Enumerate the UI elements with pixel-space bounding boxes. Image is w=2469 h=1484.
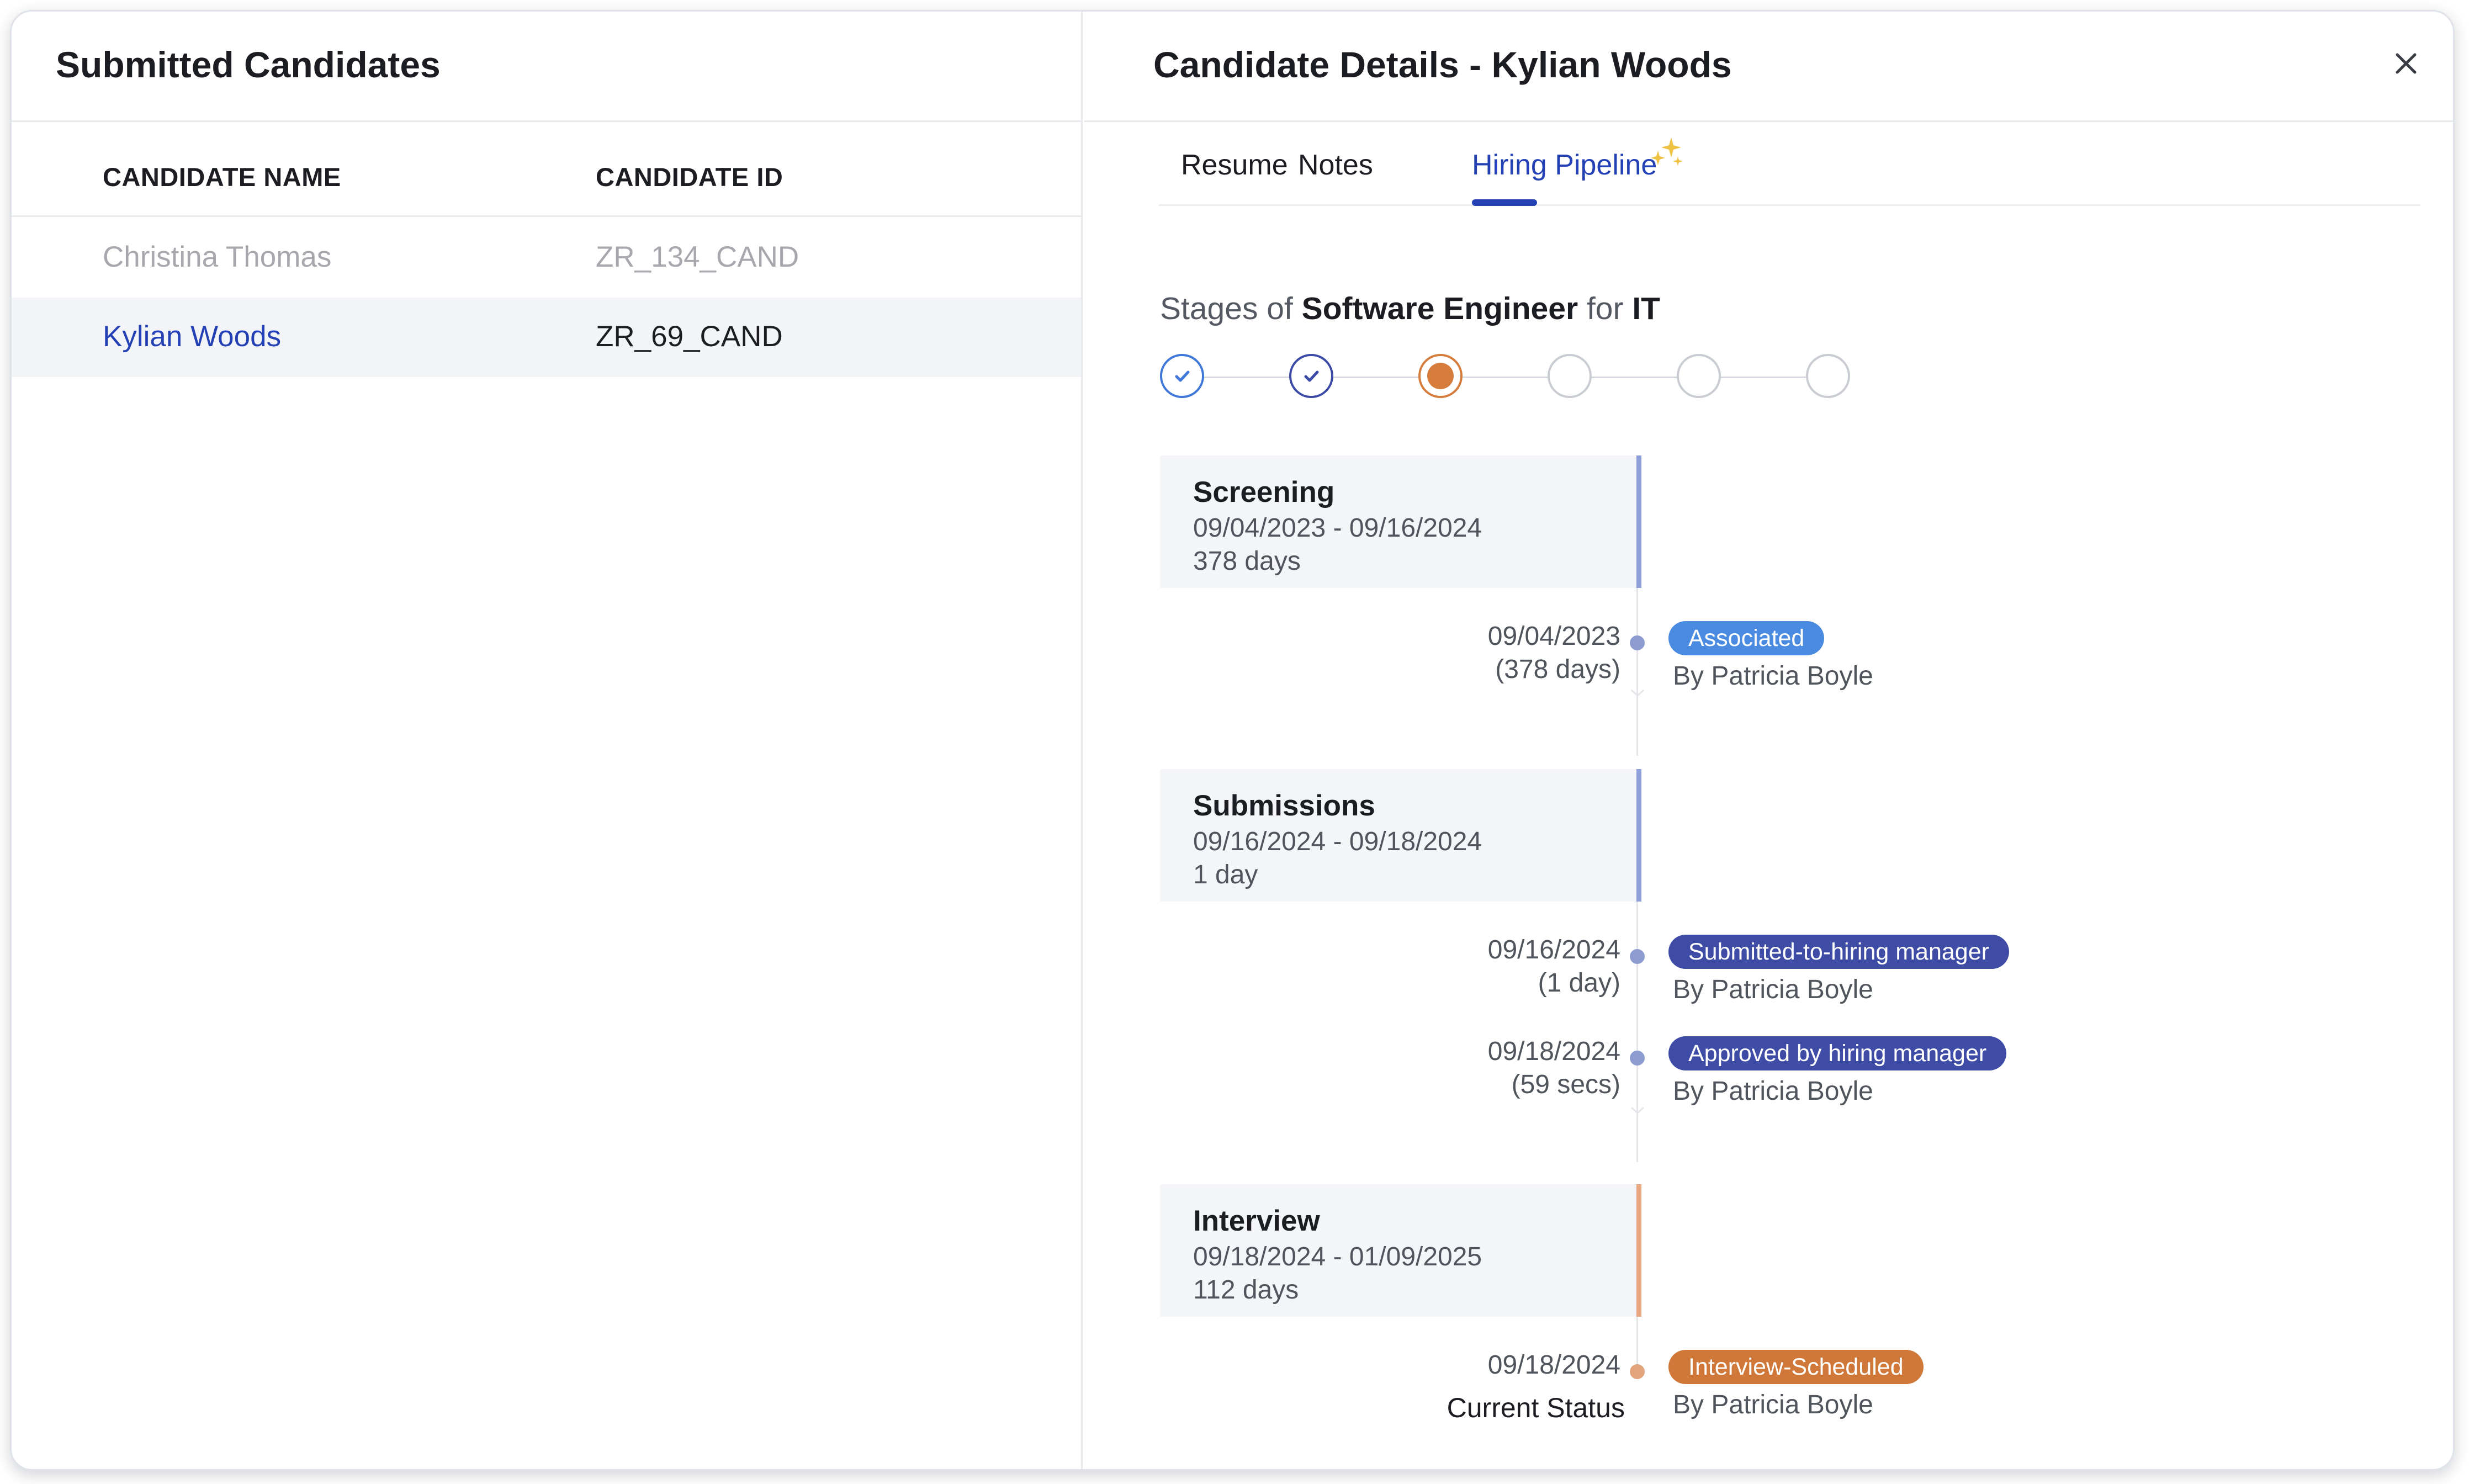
timeline-event: 09/04/2023 (378 days) Associated By Patr…	[1084, 621, 2453, 698]
stage-date-range: 09/04/2023 - 09/16/2024	[1193, 513, 1482, 543]
stage-card-screening: Screening 09/04/2023 - 09/16/2024 378 da…	[1160, 455, 1641, 588]
candidate-details-panel: Candidate Details - Kylian Woods Resume …	[1084, 12, 2453, 1469]
table-row[interactable]: Christina Thomas ZR_134_CAND	[12, 218, 1081, 298]
event-date: 09/18/2024	[1487, 1350, 1620, 1380]
event-date: 09/04/2023	[1487, 622, 1620, 651]
close-icon	[2396, 53, 2417, 74]
event-author: By Patricia Boyle	[1673, 975, 1873, 1004]
stage-name: Interview	[1193, 1205, 1320, 1237]
sparkle-icon	[1651, 137, 1683, 166]
stage-step-complete[interactable]	[1160, 354, 1204, 398]
stage-accent-bar	[1636, 455, 1641, 588]
stages-heading: Stages of Software Engineer for IT	[1160, 290, 1660, 327]
check-icon	[1175, 370, 1190, 382]
screen: Submitted Candidates CANDIDATE NAME CAND…	[0, 0, 2469, 1484]
candidate-name[interactable]: Kylian Woods	[103, 320, 281, 353]
event-duration: (1 day)	[1538, 968, 1620, 998]
stage-step-complete[interactable]	[1289, 354, 1333, 398]
stage-name: Submissions	[1193, 789, 1375, 822]
stage-date-range: 09/16/2024 - 09/18/2024	[1193, 827, 1482, 856]
detail-tabs: Resume Notes Hiring Pipeline	[1159, 122, 2420, 206]
stages-connector: for	[1578, 291, 1633, 326]
stages-prefix: Stages of	[1160, 291, 1302, 326]
status-badge: Approved by hiring manager	[1668, 1036, 2007, 1070]
stage-accent-bar	[1636, 769, 1641, 902]
panel-title: Submitted Candidates	[56, 44, 441, 85]
stage-progress	[1160, 354, 1872, 400]
status-badge: Associated	[1668, 621, 1825, 655]
event-author: By Patricia Boyle	[1673, 1077, 1873, 1106]
stage-step-pending[interactable]	[1806, 354, 1850, 398]
event-duration: (378 days)	[1495, 655, 1620, 684]
stage-step-current[interactable]	[1418, 354, 1463, 398]
tab-notes[interactable]: Notes	[1298, 149, 1373, 182]
progress-track	[1182, 377, 1828, 378]
job-title: Software Engineer	[1301, 291, 1578, 326]
stage-card-interview: Interview 09/18/2024 - 01/09/2025 112 da…	[1160, 1184, 1641, 1317]
status-badge: Submitted-to-hiring manager	[1668, 935, 2009, 969]
timeline-event: 09/18/2024 Current Status Interview-Sche…	[1084, 1350, 2453, 1427]
candidate-name[interactable]: Christina Thomas	[103, 240, 331, 274]
stage-card-submissions: Submissions 09/16/2024 - 09/18/2024 1 da…	[1160, 769, 1641, 902]
active-tab-indicator	[1472, 199, 1537, 206]
event-date: 09/18/2024	[1487, 1037, 1620, 1066]
tab-hiring-pipeline[interactable]: Hiring Pipeline	[1472, 149, 1657, 182]
close-button[interactable]	[2389, 47, 2423, 80]
details-title: Candidate Details - Kylian Woods	[1153, 44, 1732, 85]
stage-step-pending[interactable]	[1677, 354, 1721, 398]
table-header: CANDIDATE NAME CANDIDATE ID	[12, 122, 1081, 217]
timeline-dot	[1630, 949, 1645, 964]
timeline-dot	[1630, 1364, 1645, 1379]
status-badge: Interview-Scheduled	[1668, 1350, 1924, 1384]
right-panel-header: Candidate Details - Kylian Woods	[1084, 12, 2453, 122]
current-step-dot	[1427, 363, 1454, 389]
stage-step-pending[interactable]	[1548, 354, 1592, 398]
column-header-candidate-name[interactable]: CANDIDATE NAME	[103, 162, 341, 192]
stage-accent-bar	[1636, 1184, 1641, 1317]
event-duration: (59 secs)	[1511, 1070, 1620, 1099]
column-header-candidate-id[interactable]: CANDIDATE ID	[596, 162, 783, 192]
check-icon	[1304, 370, 1319, 382]
candidate-dialog: Submitted Candidates CANDIDATE NAME CAND…	[10, 10, 2455, 1471]
stage-date-range: 09/18/2024 - 01/09/2025	[1193, 1242, 1482, 1271]
stage-duration: 1 day	[1193, 860, 1258, 889]
event-author: By Patricia Boyle	[1673, 1390, 1873, 1419]
candidate-id: ZR_69_CAND	[596, 320, 783, 353]
timeline-event: 09/16/2024 (1 day) Submitted-to-hiring m…	[1084, 935, 2453, 1012]
timeline-dot	[1630, 1051, 1645, 1066]
event-author: By Patricia Boyle	[1673, 661, 1873, 691]
table-row-selected[interactable]: Kylian Woods ZR_69_CAND	[12, 298, 1081, 377]
event-date: 09/16/2024	[1487, 935, 1620, 964]
submitted-candidates-panel: Submitted Candidates CANDIDATE NAME CAND…	[12, 12, 1083, 1469]
stage-duration: 112 days	[1193, 1275, 1299, 1305]
stage-duration: 378 days	[1193, 547, 1301, 576]
tab-resume[interactable]: Resume	[1181, 149, 1288, 182]
current-status-label: Current Status	[1447, 1392, 1625, 1423]
stage-name: Screening	[1193, 476, 1335, 508]
department-name: IT	[1632, 291, 1660, 326]
left-panel-header: Submitted Candidates	[12, 12, 1081, 122]
timeline-event: 09/18/2024 (59 secs) Approved by hiring …	[1084, 1036, 2453, 1114]
candidate-id: ZR_134_CAND	[596, 241, 799, 273]
timeline-dot	[1630, 635, 1645, 650]
